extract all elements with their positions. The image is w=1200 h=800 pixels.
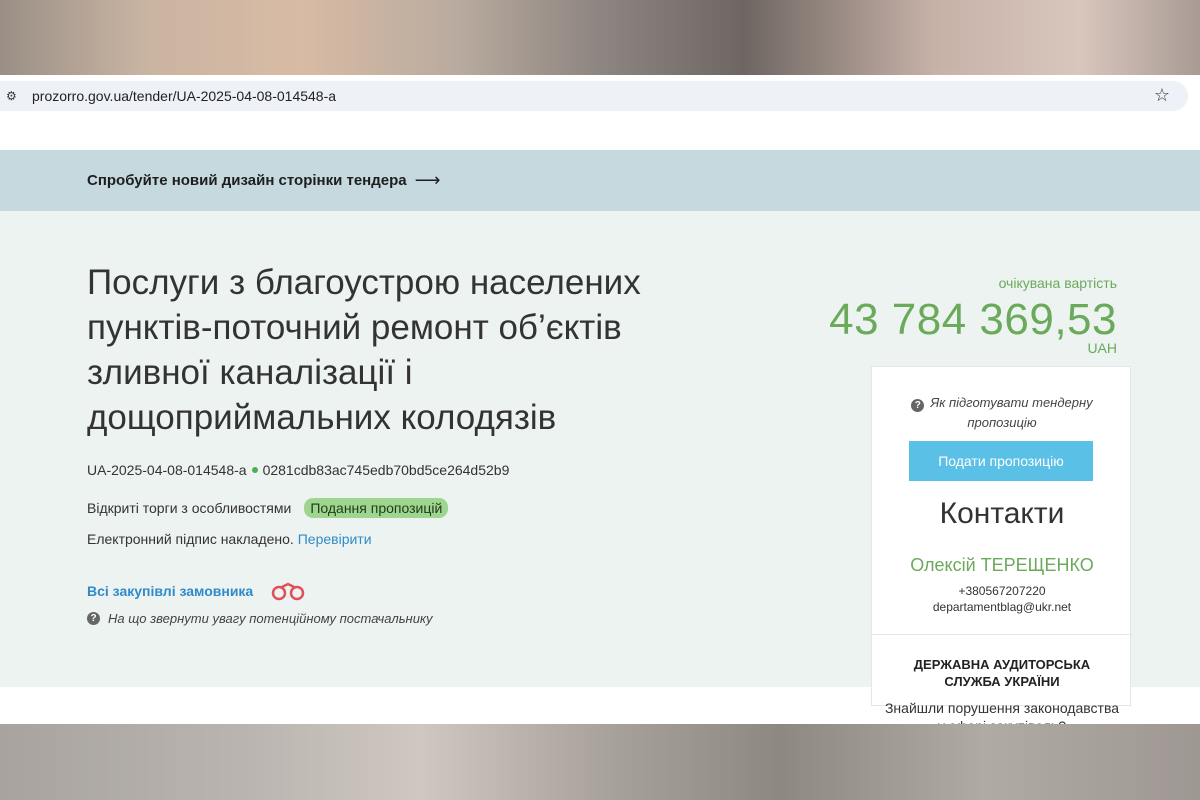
panel-divider: [872, 634, 1132, 635]
submit-proposal-button[interactable]: Подати пропозицію: [909, 441, 1093, 481]
contact-phone: +380567207220: [958, 584, 1046, 598]
procedure-type: Відкриті торги з особливостями: [87, 500, 292, 516]
contact-name: Олексій ТЕРЕЩЕНКО: [910, 555, 1094, 575]
arrow-right-icon[interactable]: ⟶: [415, 170, 441, 191]
all-purchases-link[interactable]: Всі закупівлі замовника: [87, 583, 253, 599]
question-icon: ?: [911, 399, 925, 412]
contacts-title: Контакти: [939, 497, 1065, 530]
question-icon: ?: [87, 612, 100, 625]
status-dot-icon: [251, 467, 258, 473]
tender-identifiers: UA-2025-04-08-014548-a 0281cdb83ac745edb…: [87, 462, 509, 478]
verify-signature-link[interactable]: Перевірити: [298, 531, 372, 547]
all-purchases-row: Всі закупівлі замовника: [87, 581, 309, 601]
expected-value-label: очікувана вартість: [998, 275, 1117, 291]
photo-background-bottom: [0, 724, 1200, 800]
audit-service-title: ДЕРЖАВНА АУДИТОРСЬКА СЛУЖБА УКРАЇНИ: [913, 657, 1091, 689]
new-design-banner[interactable]: Спробуйте новий дизайн сторінки тендера …: [0, 150, 1200, 211]
audit-service-text: Знайшли порушення законодавства у сфері …: [884, 700, 1120, 724]
side-panel: ? Як підготувати тендерну пропозицію Пода…: [871, 366, 1132, 724]
procedure-row: Відкриті торги з особливостями Подання п…: [87, 498, 449, 518]
bookmark-star-icon[interactable]: ☆: [1154, 85, 1170, 106]
site-settings-icon[interactable]: ⚙: [6, 88, 22, 104]
signature-text: Електронний підпис накладено.: [87, 531, 294, 547]
howto-text[interactable]: Як підготувати тендерну пропозицію: [930, 395, 1092, 430]
address-bar[interactable]: ⚙ prozorro.gov.ua/tender/UA-2025-04-08-0…: [0, 81, 1188, 111]
url-text[interactable]: prozorro.gov.ua/tender/UA-2025-04-08-014…: [32, 88, 336, 104]
signature-row: Електронний підпис накладено. Перевірити: [87, 531, 372, 547]
tender-id: UA-2025-04-08-014548-a: [87, 462, 247, 478]
howto-link[interactable]: ? Як підготувати тендерну пропозицію: [872, 393, 1132, 433]
attention-text[interactable]: На що звернути увагу потенційному постач…: [108, 611, 433, 626]
expected-value-amount: 43 784 369,53: [829, 295, 1117, 344]
binoculars-icon[interactable]: [269, 581, 309, 601]
tender-title: Послуги з благоустрою населених пунктів-…: [87, 263, 641, 437]
tender-hash: 0281cdb83ac745edb70bd5ce264d52b9: [262, 462, 510, 478]
attention-row[interactable]: ? На що звернути увагу потенційному пост…: [87, 611, 433, 626]
expected-value-currency: UAH: [1087, 340, 1117, 356]
banner-text[interactable]: Спробуйте новий дизайн сторінки тендера: [87, 172, 407, 189]
status-badge: Подання пропозицій: [304, 498, 449, 518]
contact-email: departamentblag@ukr.net: [932, 600, 1072, 614]
photo-background-top: [0, 0, 1200, 75]
tender-content: Послуги з благоустрою населених пунктів-…: [0, 211, 1200, 724]
browser-window: ⚙ prozorro.gov.ua/tender/UA-2025-04-08-0…: [0, 75, 1200, 724]
